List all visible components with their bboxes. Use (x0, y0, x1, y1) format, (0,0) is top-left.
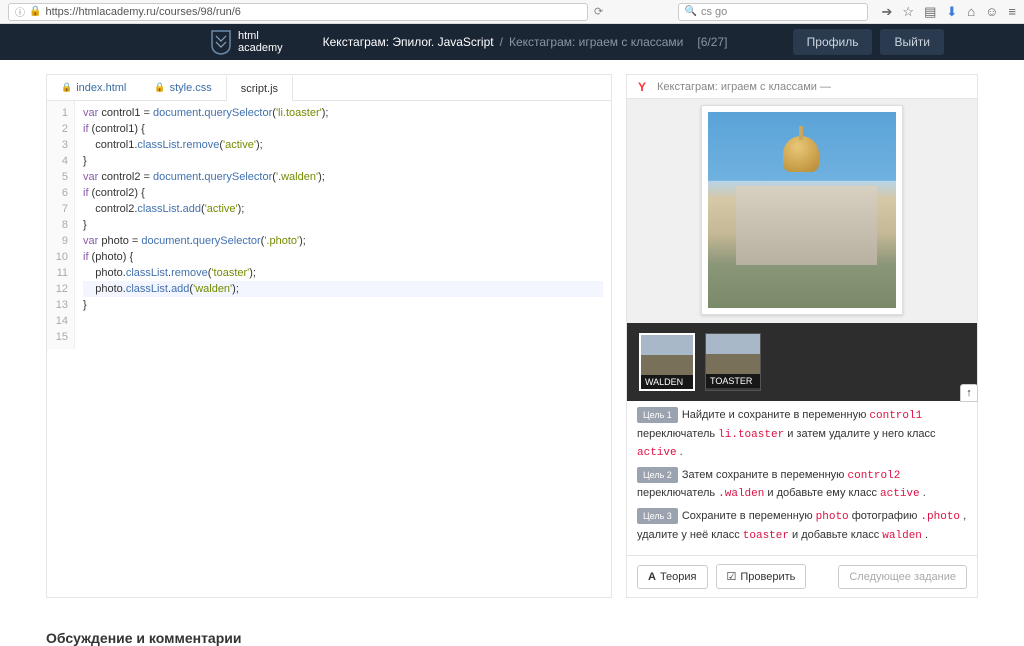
filter-thumbnails: WALDEN TOASTER ↑ (627, 323, 977, 401)
preview-actions: A Теория ☑ Проверить Следующее задание (627, 555, 977, 597)
next-task-button[interactable]: Следующее задание (838, 565, 967, 589)
goal-badge: Цель 1 (637, 407, 678, 423)
filter-thumb[interactable]: TOASTER (705, 333, 761, 391)
code-token: control1 (869, 410, 922, 422)
preview-tab-bar: Y Кекстаграм: играем с классами — (627, 75, 977, 99)
preview-pane: Y Кекстаграм: играем с классами — WALDEN… (626, 74, 978, 598)
photo-image (708, 112, 896, 308)
code-token: active (880, 488, 920, 500)
font-icon: A (648, 571, 656, 583)
url-text: https://htmlacademy.ru/courses/98/run/6 (45, 6, 240, 18)
download-icon[interactable]: ⬇ (946, 4, 957, 20)
goal-item: Цель 1Найдите и сохраните в переменную c… (637, 407, 967, 463)
scroll-up-button[interactable]: ↑ (960, 384, 978, 402)
code-token: photo (816, 511, 849, 523)
code-content[interactable]: var control1 = document.querySelector('l… (75, 101, 611, 349)
yandex-icon: Y (635, 80, 649, 94)
star-icon[interactable]: ☆ (902, 4, 914, 20)
library-icon[interactable]: ▤ (924, 4, 936, 20)
browser-chrome: ⓘ 🔒 https://htmlacademy.ru/courses/98/ru… (0, 0, 1024, 24)
progress: [6/27] (697, 35, 727, 49)
code-token: toaster (743, 530, 789, 542)
browser-search[interactable]: 🔍 cs go (678, 3, 868, 21)
tab-style-css[interactable]: 🔒 style.css (140, 75, 225, 100)
logo-text: html academy (238, 30, 283, 54)
goal-item: Цель 3Сохраните в переменную photo фотог… (637, 508, 967, 545)
code-token: walden (882, 530, 922, 542)
code-token: .walden (718, 488, 764, 500)
code-editor[interactable]: 123456789101112131415 var control1 = doc… (47, 101, 611, 349)
logout-button[interactable]: Выйти (880, 29, 944, 55)
comments-heading: Обсуждение и комментарии (22, 630, 1002, 646)
task-name: Кекстаграм: играем с классами (509, 35, 683, 49)
lock-icon: 🔒 (154, 82, 165, 93)
url-bar[interactable]: ⓘ 🔒 https://htmlacademy.ru/courses/98/ru… (8, 3, 588, 21)
tab-script-js[interactable]: script.js (226, 75, 293, 101)
filter-thumb[interactable]: WALDEN (639, 333, 695, 391)
line-gutter: 123456789101112131415 (47, 101, 75, 349)
profile-button[interactable]: Профиль (793, 29, 873, 55)
lock-icon: 🔒 (29, 6, 41, 17)
editor-pane: 🔒 index.html 🔒 style.css script.js 12345… (46, 74, 612, 598)
goal-badge: Цель 2 (637, 467, 678, 483)
check-button[interactable]: ☑ Проверить (716, 564, 807, 589)
course-name[interactable]: Кекстаграм: Эпилог. JavaScript (323, 35, 494, 49)
menu-icon[interactable]: ≡ (1008, 4, 1016, 20)
search-icon: 🔍 (685, 6, 697, 17)
code-token: active (637, 447, 677, 459)
thumb-label: WALDEN (641, 375, 693, 389)
tab-index-html[interactable]: 🔒 index.html (47, 75, 140, 100)
reload-icon[interactable]: ⟳ (594, 5, 603, 18)
code-token: li.toaster (718, 429, 784, 441)
goal-badge: Цель 3 (637, 508, 678, 524)
goals-list: Цель 1Найдите и сохраните в переменную c… (627, 401, 977, 555)
breadcrumb: Кекстаграм: Эпилог. JavaScript / Кекстаг… (323, 35, 728, 49)
thumb-label: TOASTER (706, 374, 760, 388)
theory-button[interactable]: A Теория (637, 565, 708, 589)
browser-toolbar: ➔ ☆ ▤ ⬇ ⌂ ☺ ≡ (882, 4, 1017, 20)
editor-tabs: 🔒 index.html 🔒 style.css script.js (47, 75, 611, 101)
code-token: .photo (920, 511, 960, 523)
home-icon[interactable]: ⌂ (967, 4, 975, 20)
logo[interactable]: html academy (210, 29, 283, 55)
site-header: html academy Кекстаграм: Эпилог. JavaScr… (0, 24, 1024, 60)
preview-tab-title: Кекстаграм: играем с классами — (657, 81, 831, 93)
info-icon: ⓘ (15, 4, 25, 19)
navigate-icon[interactable]: ➔ (882, 4, 893, 20)
search-placeholder: cs go (701, 6, 727, 18)
code-token: control2 (848, 470, 901, 482)
goal-item: Цель 2Затем сохраните в переменную contr… (637, 467, 967, 504)
logo-shield-icon (210, 29, 232, 55)
lock-icon: 🔒 (61, 82, 72, 93)
smile-icon[interactable]: ☺ (985, 4, 998, 20)
check-icon: ☑ (727, 570, 737, 583)
preview-body: WALDEN TOASTER ↑ Цель 1Найдите и сохраните… (627, 99, 977, 555)
photo-frame (701, 105, 903, 315)
